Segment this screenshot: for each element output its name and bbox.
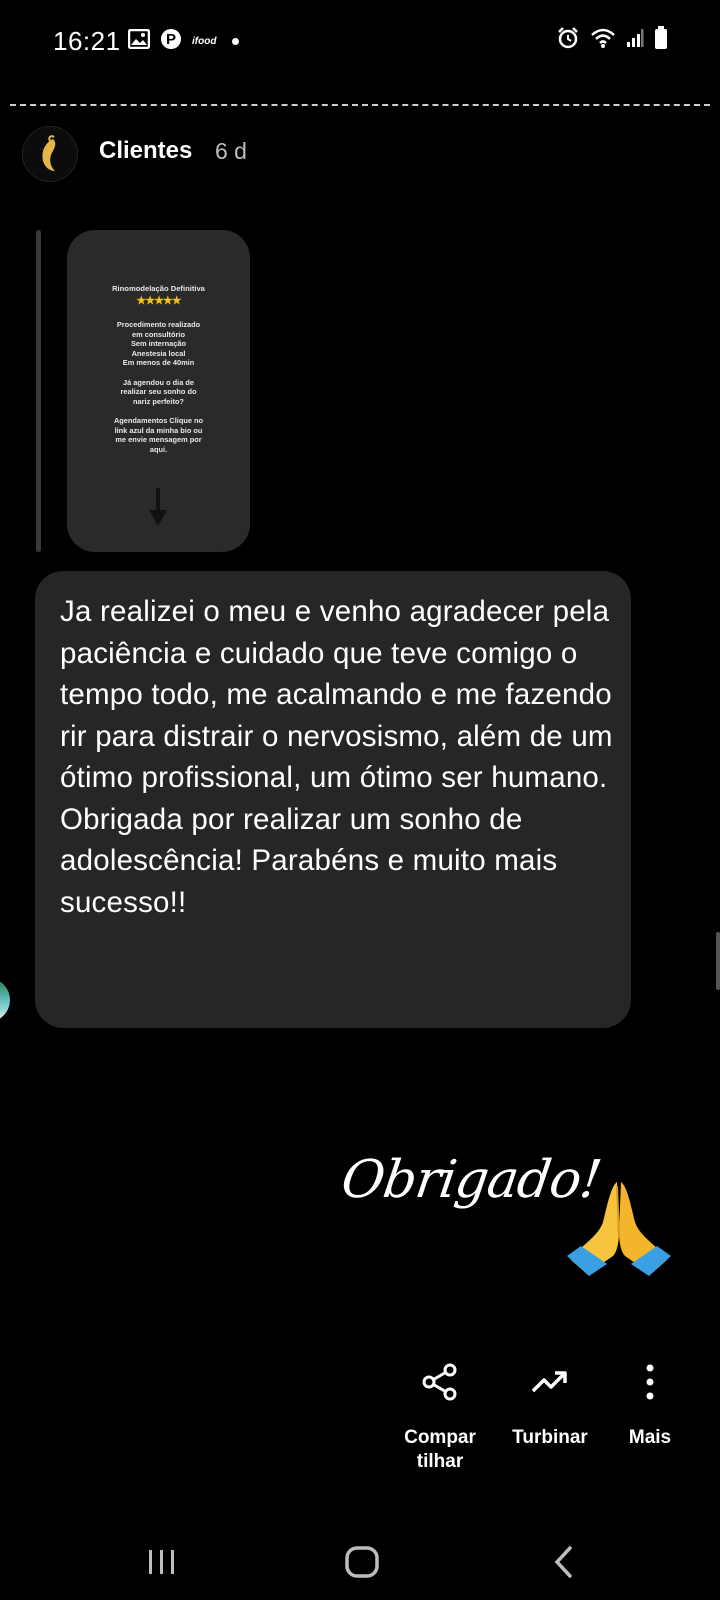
system-nav-bar xyxy=(0,1540,720,1600)
gallery-icon xyxy=(127,28,151,54)
story-account-name[interactable]: Clientes xyxy=(99,137,192,165)
thank-you-sticker: Obrigado! xyxy=(337,1150,605,1210)
more-vertical-icon xyxy=(646,1364,654,1400)
home-button[interactable] xyxy=(322,1540,402,1584)
arrow-down-icon xyxy=(149,488,167,526)
trending-up-icon xyxy=(531,1371,567,1393)
quoted-post-stars: ★★★★★ xyxy=(136,295,181,307)
quote-indicator-bar xyxy=(36,230,41,552)
scroll-indicator xyxy=(716,932,720,990)
notification-dot xyxy=(232,38,240,45)
sender-avatar xyxy=(0,978,10,1022)
share-label-line1: Compar xyxy=(404,1427,476,1448)
recent-apps-icon xyxy=(149,1550,174,1574)
ifood-icon: ifood xyxy=(192,36,217,47)
battery-icon xyxy=(654,26,668,55)
story-progress-bar xyxy=(10,104,710,106)
more-label: Mais xyxy=(628,1427,672,1448)
back-icon xyxy=(554,1546,572,1578)
story-time-ago: 6 d xyxy=(215,138,247,164)
more-button[interactable]: Mais xyxy=(612,1362,688,1450)
pinterest-icon: P xyxy=(160,28,182,55)
back-button[interactable] xyxy=(524,1540,604,1584)
home-icon xyxy=(345,1546,379,1578)
status-bar: 16:21 P ifood xyxy=(0,0,720,84)
quoted-post-thumbnail[interactable]: Rinomodelação Definitiva ★★★★★ Procedime… xyxy=(67,230,250,552)
status-left-icons: P ifood xyxy=(127,28,240,55)
avatar[interactable] xyxy=(22,126,78,182)
quoted-post-title: Rinomodelação Definitiva xyxy=(112,284,205,293)
status-right-icons xyxy=(556,26,668,55)
message-text: Ja realizei o meu e venho agradecer pela… xyxy=(60,595,613,919)
share-icon xyxy=(422,1363,457,1401)
alarm-icon xyxy=(556,26,580,55)
recent-apps-button[interactable] xyxy=(122,1540,202,1584)
profile-face-icon xyxy=(42,135,56,171)
share-button[interactable]: Compar tilhar xyxy=(395,1362,485,1474)
status-time: 16:21 xyxy=(53,26,121,56)
quoted-post-body: Procedimento realizado em consultório Se… xyxy=(113,320,204,454)
boost-label: Turbinar xyxy=(512,1427,588,1448)
svg-text:P: P xyxy=(166,31,176,48)
signal-icon xyxy=(626,28,644,53)
boost-button[interactable]: Turbinar xyxy=(505,1362,595,1450)
wifi-icon xyxy=(590,27,616,54)
message-bubble: Ja realizei o meu e venho agradecer pela… xyxy=(35,571,631,1028)
praying-hands-icon xyxy=(567,1182,671,1276)
share-label-line2: tilhar xyxy=(416,1451,464,1472)
